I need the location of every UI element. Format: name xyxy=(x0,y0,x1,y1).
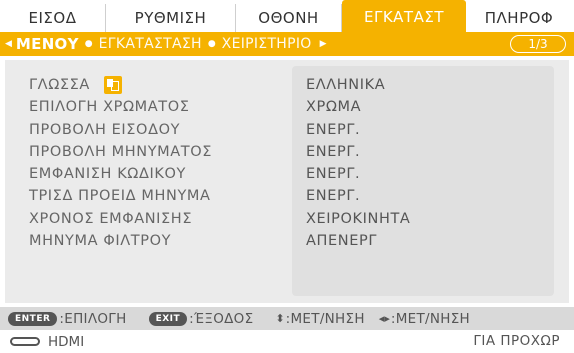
exit-key-icon: EXIT xyxy=(148,311,188,326)
help-move-text: :ΜΕΤ/ΝΗΣΗ xyxy=(285,310,365,327)
bullet-separator-icon: ● xyxy=(84,39,93,49)
setting-label-color-select[interactable]: ΕΠΙΛΟΓΗ ΧΡΩΜΑΤΟΣ xyxy=(29,96,212,118)
settings-panel: ΓΛΩΣΣΑ ΕΠΙΛΟΓΗ ΧΡΩΜΑΤΟΣ ΠΡΟΒΟΛΗ ΕΙΣΟΔΟΥ … xyxy=(5,60,569,303)
setting-label-language[interactable]: ΓΛΩΣΣΑ xyxy=(29,74,212,96)
setting-value-language[interactable]: ΕΛΛΗΝΙΚΑ xyxy=(306,74,410,96)
setting-label-3d-caution[interactable]: ΤΡΙΣΔ ΠΡΟΕΙΔ ΜΗΝΥΜΑ xyxy=(29,185,212,207)
settings-labels: ΓΛΩΣΣΑ ΕΠΙΛΟΓΗ ΧΡΩΜΑΤΟΣ ΠΡΟΒΟΛΗ ΕΙΣΟΔΟΥ … xyxy=(29,74,212,252)
right-arrow-icon[interactable]: ▶ xyxy=(320,39,327,49)
setting-label-filter-message[interactable]: ΜΗΝΥΜΑ ΦΙΛΤΡΟΥ xyxy=(29,230,212,252)
top-tab-bar: ΕΙΣΟΔ ΡΥΘΜΙΣΗ ΟΘΟΝΗ ΕΓΚΑΤΑΣΤ ΠΛΗΡΟΦ xyxy=(0,0,574,32)
left-right-arrows-icon: ◂▸ xyxy=(378,312,390,325)
sub-navigation: ◀ ΜΕΝΟΥ ● ΕΓΚΑΤΑΣΤΑΣΗ ● ΧΕΙΡΙΣΤΗΡΙΟ ▶ 1/… xyxy=(0,32,574,56)
setting-value-id-display[interactable]: ΕΝΕΡΓ. xyxy=(306,163,410,185)
left-arrow-icon[interactable]: ◀ xyxy=(5,39,12,49)
tab-input[interactable]: ΕΙΣΟΔ xyxy=(0,4,106,32)
help-nav-text: :ΜΕΤ/ΝΗΣΗ xyxy=(390,310,470,327)
help-exit-text: :ΈΞΟΔΟΣ xyxy=(189,310,254,327)
bullet-separator-icon: ● xyxy=(207,39,216,49)
page-indicator: 1/3 xyxy=(510,35,566,53)
help-bar: ENTER :ΕΠΙΛΟΓΗ EXIT :ΈΞΟΔΟΣ ⬍ :ΜΕΤ/ΝΗΣΗ … xyxy=(0,307,574,330)
subnav-item-menu[interactable]: ΜΕΝΟΥ xyxy=(16,35,79,53)
subnav-item-control[interactable]: ΧΕΙΡΙΣΤΗΡΙΟ xyxy=(222,36,312,52)
setting-label-id-display[interactable]: ΕΜΦΑΝΙΣΗ ΚΩΔΙΚΟΥ xyxy=(29,163,212,185)
setting-value-3d-caution[interactable]: ΕΝΕΡΓ. xyxy=(306,185,410,207)
setting-label-display-time[interactable]: ΧΡΟΝΟΣ ΕΜΦΑΝΙΣΗΣ xyxy=(29,208,212,230)
settings-values-box: ΕΛΛΗΝΙΚΑ ΧΡΩΜΑ ΕΝΕΡΓ. ΕΝΕΡΓ. ΕΝΕΡΓ. ΕΝΕΡ… xyxy=(292,66,554,296)
setting-value-input-display[interactable]: ΕΝΕΡΓ. xyxy=(306,119,410,141)
tab-setup[interactable]: ΡΥΘΜΙΣΗ xyxy=(106,4,236,32)
advanced-label: ΓΙΑ ΠΡΟΧΩΡ xyxy=(473,333,560,349)
setting-value-filter-message[interactable]: ΑΠΕΝΕΡΓ xyxy=(306,230,410,252)
setting-label-text: ΓΛΩΣΣΑ xyxy=(29,77,90,93)
setting-label-message-display[interactable]: ΠΡΟΒΟΛΗ ΜΗΝΥΜΑΤΟΣ xyxy=(29,141,212,163)
tab-info[interactable]: ΠΛΗΡΟΦ xyxy=(466,4,572,32)
setting-value-display-time[interactable]: ΧΕΙΡΟΚΙΝΗΤΑ xyxy=(306,208,410,230)
settings-values: ΕΛΛΗΝΙΚΑ ΧΡΩΜΑ ΕΝΕΡΓ. ΕΝΕΡΓ. ΕΝΕΡΓ. ΕΝΕΡ… xyxy=(306,74,410,252)
up-down-arrows-icon: ⬍ xyxy=(275,312,285,325)
input-source-label: HDMI xyxy=(48,333,85,350)
setting-label-input-display[interactable]: ΠΡΟΒΟΛΗ ΕΙΣΟΔΟΥ xyxy=(29,119,212,141)
language-icon xyxy=(103,76,122,95)
tab-installation[interactable]: ΕΓΚΑΤΑΣΤ xyxy=(342,0,466,32)
enter-key-icon: ENTER xyxy=(8,311,58,326)
setting-value-color-select[interactable]: ΧΡΩΜΑ xyxy=(306,96,410,118)
subnav-item-installation[interactable]: ΕΓΚΑΤΑΣΤΑΣΗ xyxy=(99,36,202,52)
status-bar: HDMI ΓΙΑ ΠΡΟΧΩΡ xyxy=(0,330,574,353)
tab-display[interactable]: ΟΘΟΝΗ xyxy=(236,4,342,32)
setting-value-message-display[interactable]: ΕΝΕΡΓ. xyxy=(306,141,410,163)
help-select-text: :ΕΠΙΛΟΓΗ xyxy=(59,310,127,327)
hdmi-connector-icon xyxy=(10,337,40,346)
